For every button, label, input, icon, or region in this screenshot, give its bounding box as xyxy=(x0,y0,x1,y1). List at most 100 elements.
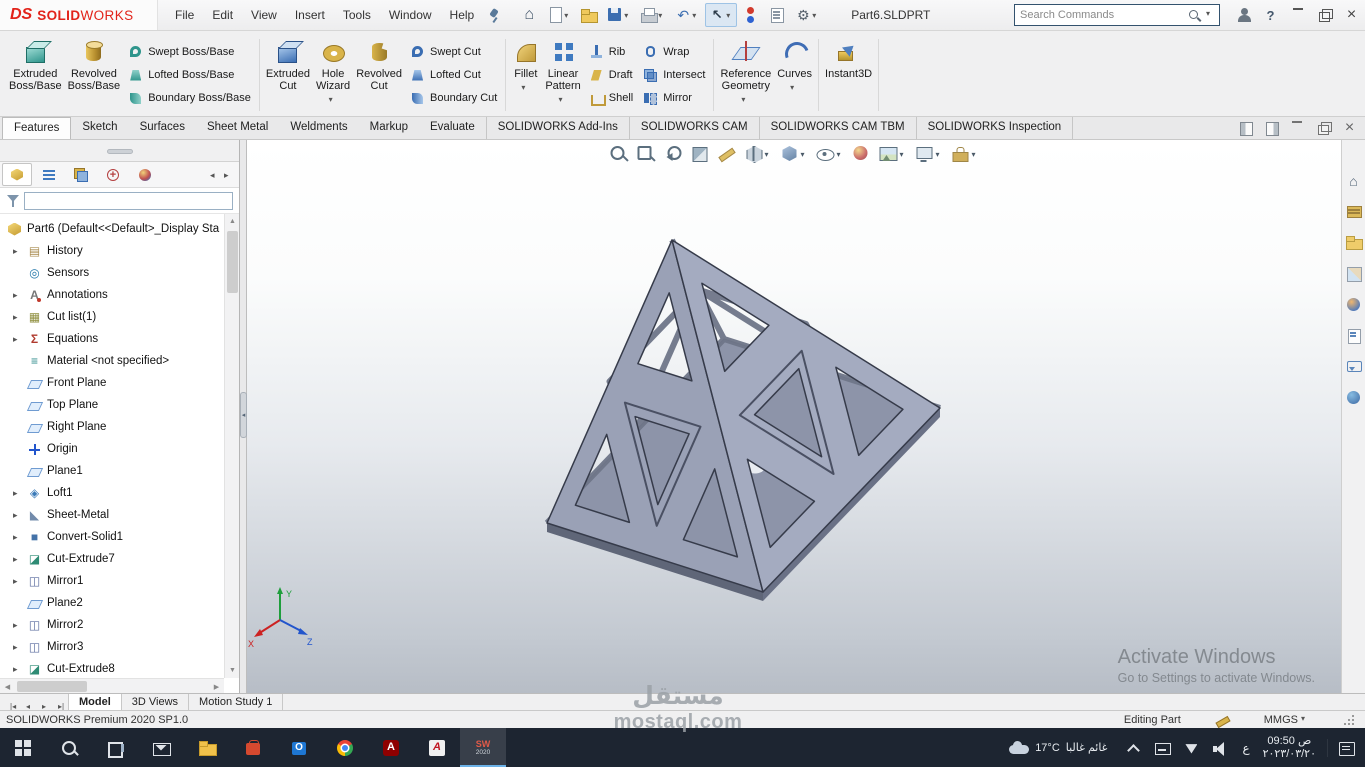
panel-tab-next-icon[interactable] xyxy=(223,168,234,182)
touch-keyboard-icon[interactable] xyxy=(1153,739,1172,757)
language-indicator[interactable]: ع xyxy=(1240,741,1251,755)
resize-grip-icon[interactable] xyxy=(1343,714,1355,726)
panel-splitter[interactable] xyxy=(240,140,247,693)
revolved-cut-button[interactable]: Revolved Cut xyxy=(353,34,405,116)
splitter-grip[interactable] xyxy=(106,149,133,154)
command-tab[interactable]: SOLIDWORKS Add-Ins xyxy=(485,117,629,139)
hole-wizard-button[interactable]: Hole Wizard xyxy=(313,34,353,116)
menu-item[interactable]: Edit xyxy=(203,0,242,30)
tree-item[interactable]: Sheet-Metal xyxy=(0,504,224,526)
expand-arrow-icon[interactable] xyxy=(12,508,22,522)
dropdown-caret-icon[interactable] xyxy=(790,83,799,92)
scroll-right-icon[interactable] xyxy=(209,679,224,693)
revolved-boss-base-button[interactable]: Revolved Boss/Base xyxy=(65,34,124,116)
quick-access-button[interactable] xyxy=(765,3,789,27)
design-library-icon[interactable] xyxy=(1345,203,1362,220)
3dexperience-icon[interactable] xyxy=(1345,389,1362,406)
linear-pattern-button[interactable]: Linear Pattern xyxy=(542,34,583,116)
tree-item[interactable]: Plane1 xyxy=(0,460,224,482)
tree-item[interactable]: Front Plane xyxy=(0,372,224,394)
rib-button[interactable]: Rib xyxy=(589,44,633,59)
taskbar-app-button[interactable] xyxy=(184,728,230,767)
taskbar-app-button[interactable] xyxy=(92,728,138,767)
view-tab[interactable]: Motion Study 1 xyxy=(189,694,284,710)
search-icon[interactable] xyxy=(1188,9,1201,22)
search-commands-box[interactable]: Search Commands xyxy=(1014,4,1220,26)
tree-item[interactable]: Equations xyxy=(0,328,224,350)
quick-access-button[interactable] xyxy=(739,3,763,27)
view-toolbar-button[interactable] xyxy=(851,143,873,165)
boundary-cut-button[interactable]: Boundary Cut xyxy=(410,91,497,106)
filter-funnel-icon[interactable] xyxy=(6,194,19,207)
unit-system-selector[interactable]: MMGS xyxy=(1264,714,1309,726)
swept-boss-base-button[interactable]: Swept Boss/Base xyxy=(128,44,251,59)
taskbar-app-button[interactable] xyxy=(46,728,92,767)
panel-collapse-handle[interactable] xyxy=(240,392,247,438)
command-tab[interactable]: Surfaces xyxy=(129,117,196,139)
dropdown-caret-icon[interactable] xyxy=(801,149,809,159)
expand-arrow-icon[interactable] xyxy=(12,574,22,588)
graphics-viewport[interactable]: Y X Z ▾ ▾ ▾ ▾ ▾ ▾ Activate Windows Go to… xyxy=(247,140,1341,693)
scroll-up-icon[interactable] xyxy=(225,214,239,229)
quick-access-button[interactable] xyxy=(791,3,823,27)
custom-properties-icon[interactable] xyxy=(1345,327,1362,344)
scroll-left-icon[interactable] xyxy=(0,679,15,693)
panel-top-splitter[interactable] xyxy=(0,140,239,162)
action-center-button[interactable] xyxy=(1327,738,1363,757)
chevron-up-icon[interactable] xyxy=(1124,739,1142,757)
menu-item[interactable]: Tools xyxy=(334,0,380,30)
expand-arrow-icon[interactable] xyxy=(12,332,22,346)
taskbar-app-button[interactable] xyxy=(230,728,276,767)
curves-button[interactable]: Curves xyxy=(774,34,815,116)
command-tab[interactable]: Sketch xyxy=(71,117,128,139)
tree-item[interactable]: Convert-Solid1 xyxy=(0,526,224,548)
view-toolbar-button[interactable] xyxy=(743,143,774,165)
tree-item[interactable]: Origin xyxy=(0,438,224,460)
taskbar-app-button[interactable] xyxy=(276,728,322,767)
search-caret-icon[interactable] xyxy=(1206,9,1214,21)
quick-access-button[interactable] xyxy=(705,3,738,27)
weather-widget[interactable]: 17°C غائم غالبا xyxy=(1003,741,1113,754)
pane-right-icon[interactable] xyxy=(1265,121,1279,136)
quick-access-button[interactable] xyxy=(637,3,669,27)
view-palette-icon[interactable] xyxy=(1345,265,1362,282)
solidworks-logo[interactable]: DS SOLIDWORKS xyxy=(0,0,158,30)
fillet-button[interactable]: Fillet xyxy=(509,34,542,116)
tree-root-item[interactable]: Part6 (Default<<Default>_Display Sta xyxy=(0,218,224,240)
quick-access-button[interactable] xyxy=(671,3,703,27)
view-toolbar-button[interactable] xyxy=(635,143,657,165)
taskbar-app-button[interactable] xyxy=(414,728,460,767)
command-tab[interactable]: Features xyxy=(2,117,72,139)
expand-arrow-icon[interactable] xyxy=(12,288,22,302)
appearances-scenes-icon[interactable] xyxy=(1345,296,1362,313)
command-tab[interactable]: Sheet Metal xyxy=(196,117,279,139)
tree-item[interactable]: Plane2 xyxy=(0,592,224,614)
search-input[interactable]: Search Commands xyxy=(1020,9,1183,21)
view-toolbar-button[interactable] xyxy=(779,143,810,165)
reference-geometry-button[interactable]: Reference Geometry xyxy=(717,34,774,116)
boundary-boss-base-button[interactable]: Boundary Boss/Base xyxy=(128,91,251,106)
swept-cut-button[interactable]: Swept Cut xyxy=(410,44,497,59)
graphics-area[interactable]: Y X Z xyxy=(247,140,1341,693)
tree-vertical-scrollbar[interactable] xyxy=(224,214,239,678)
extruded-boss-base-button[interactable]: Extruded Boss/Base xyxy=(6,34,65,116)
tree-item[interactable]: Right Plane xyxy=(0,416,224,438)
scrollbar-thumb[interactable] xyxy=(227,231,238,293)
expand-arrow-icon[interactable] xyxy=(12,310,22,324)
command-tab[interactable]: Evaluate xyxy=(419,117,486,139)
quick-access-button[interactable] xyxy=(543,3,575,27)
pin-menu-icon[interactable] xyxy=(487,7,501,23)
panel-tab[interactable] xyxy=(130,163,160,186)
command-tab[interactable]: SOLIDWORKS Inspection xyxy=(915,117,1074,139)
command-tab[interactable]: Weldments xyxy=(279,117,358,139)
draft-button[interactable]: Draft xyxy=(589,68,633,83)
taskbar-app-button[interactable]: SW 2020 xyxy=(460,728,506,767)
quick-access-button[interactable] xyxy=(517,3,541,27)
extruded-cut-button[interactable]: Extruded Cut xyxy=(263,34,313,116)
dropdown-caret-icon[interactable] xyxy=(329,95,338,104)
taskbar-app-button[interactable] xyxy=(138,728,184,767)
dropdown-caret-icon[interactable] xyxy=(900,149,908,159)
menu-item[interactable]: Insert xyxy=(286,0,334,30)
tree-item[interactable]: Sensors xyxy=(0,262,224,284)
menu-item[interactable]: View xyxy=(242,0,286,30)
